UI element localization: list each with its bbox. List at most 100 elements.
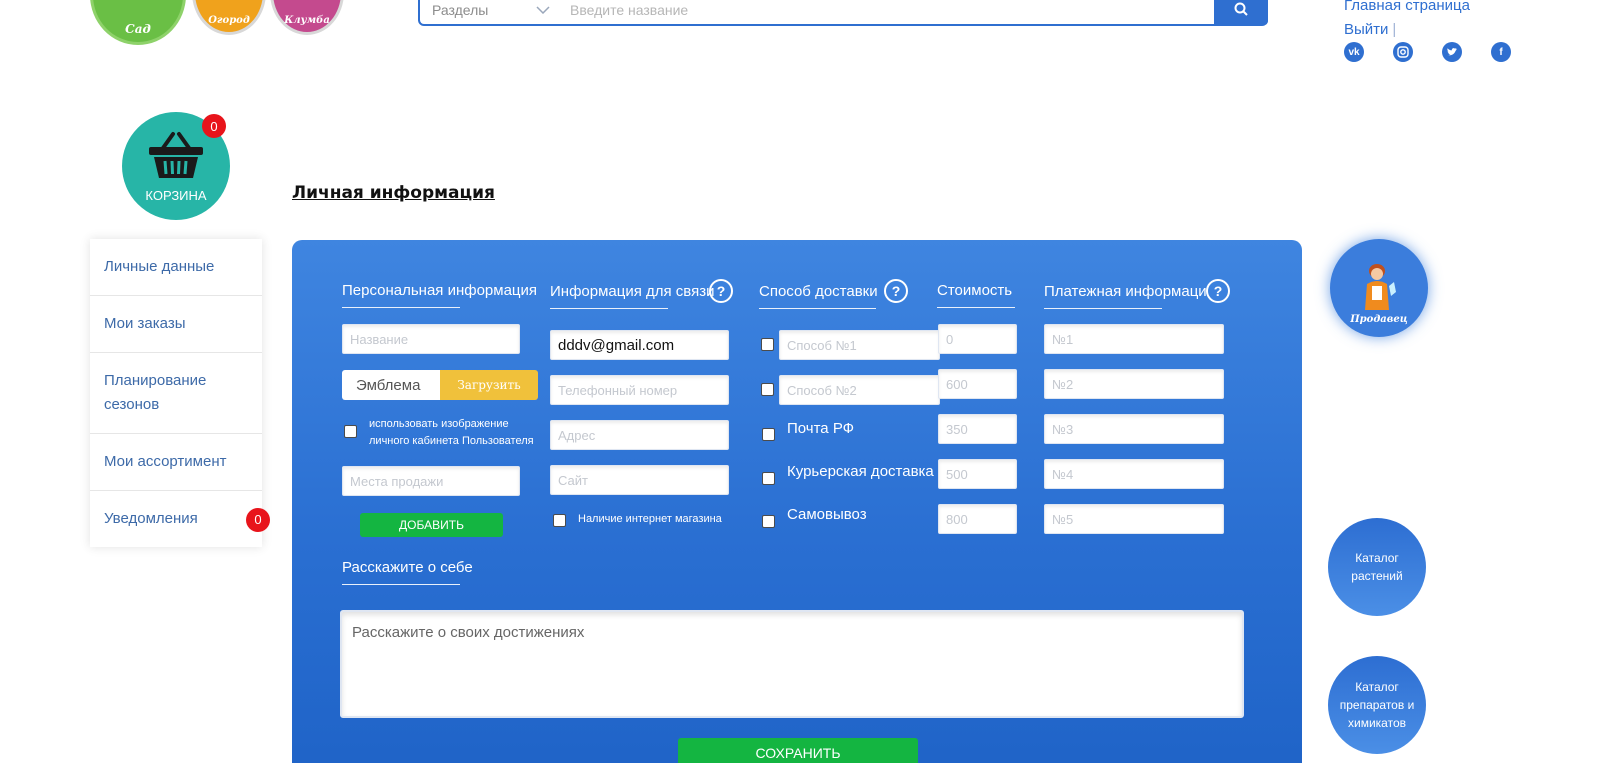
online-store-checkbox[interactable] — [553, 514, 566, 527]
method2-checkbox[interactable] — [761, 383, 774, 396]
logo-ogorod[interactable]: Огород — [192, 0, 266, 35]
cost-field-1[interactable] — [938, 324, 1017, 354]
payment-field-5[interactable] — [1044, 504, 1224, 534]
catalog-chemicals-label: Каталог препаратов и химикатов — [1339, 680, 1415, 730]
logout-link[interactable]: Выйти — [1344, 21, 1388, 38]
contact-info-title-text: Информация для связи — [550, 283, 715, 300]
payment-field-3[interactable] — [1044, 414, 1224, 444]
sidebar-item-label: Личные данные — [104, 258, 215, 275]
sidebar-item-label: Уведомления — [104, 510, 198, 527]
russian-post-label: Почта РФ — [787, 420, 855, 437]
delivery-title-text: Способ доставки — [759, 283, 878, 300]
personal-info-title: Персональная информация — [342, 282, 538, 308]
delivery-method2-field[interactable] — [779, 375, 940, 405]
courier-label: Курьерская доставка — [787, 463, 934, 480]
page-title: Личная информация — [292, 183, 495, 203]
instagram-icon[interactable] — [1393, 42, 1413, 62]
emblem-upload: Эмблема Загрузить — [342, 370, 538, 400]
catalog-plants-label: Каталог растений — [1351, 551, 1403, 583]
about-title-text: Расскажите о себе — [342, 559, 473, 576]
search-input[interactable] — [560, 2, 1214, 18]
notifications-badge: 0 — [246, 508, 270, 532]
delivery-title: Способ доставки — [759, 283, 878, 309]
seller-badge[interactable]: Продавец — [1330, 239, 1428, 337]
sidebar-item-my-assortment[interactable]: Мои ассортимент — [90, 434, 262, 491]
title-underline — [550, 308, 668, 309]
seller-name-field[interactable] — [342, 324, 520, 354]
payment-title: Платежная информаци — [1044, 283, 1207, 309]
save-button[interactable]: СОХРАНИТЬ — [678, 738, 918, 763]
personal-info-title-text: Персональная информация — [342, 282, 538, 299]
payment-title-text: Платежная информаци — [1044, 283, 1207, 300]
sidebar-item-season-planning[interactable]: Планирование сезонов — [90, 353, 262, 434]
catalog-chemicals-button[interactable]: Каталог препаратов и химикатов — [1328, 656, 1426, 754]
about-title: Расскажите о себе — [342, 559, 473, 585]
cost-field-3[interactable] — [938, 414, 1017, 444]
seller-label: Продавец — [1350, 314, 1408, 325]
website-field[interactable] — [550, 465, 729, 495]
sidebar-item-label: Мои ассортимент — [104, 453, 227, 470]
title-underline — [1044, 308, 1162, 309]
search-button[interactable] — [1214, 0, 1268, 25]
pickup-label: Самовывоз — [787, 506, 867, 523]
contact-help-icon[interactable]: ? — [709, 279, 733, 303]
basket-icon — [147, 130, 205, 184]
cost-field-5[interactable] — [938, 504, 1017, 534]
logo-sad-label: Сад — [125, 22, 151, 36]
use-profile-image-label: использовать изображение личного кабинет… — [369, 418, 534, 447]
basket-label: КОРЗИНА — [145, 187, 207, 203]
search-sections-dropdown[interactable]: Разделы — [420, 2, 560, 18]
delivery-help-icon[interactable]: ? — [884, 279, 908, 303]
cost-title: Стоимость — [937, 282, 1015, 308]
logo-klumba[interactable]: Клумба — [270, 0, 344, 35]
basket-count-badge: 0 — [202, 114, 226, 138]
delivery-method1-field[interactable] — [779, 330, 940, 360]
method1-checkbox[interactable] — [761, 338, 774, 351]
use-profile-image-checkbox[interactable] — [344, 425, 357, 438]
sidebar-item-personal-data[interactable]: Личные данные — [90, 239, 262, 296]
facebook-icon[interactable]: f — [1491, 42, 1511, 62]
sidebar: Личные данные Мои заказы Планирование се… — [90, 239, 270, 547]
email-field[interactable] — [550, 330, 729, 360]
sidebar-item-notifications[interactable]: Уведомления 0 — [90, 491, 270, 547]
payment-field-4[interactable] — [1044, 459, 1224, 489]
phone-field[interactable] — [550, 375, 729, 405]
sale-places-field[interactable] — [342, 466, 520, 496]
upload-button[interactable]: Загрузить — [440, 370, 538, 400]
russian-post-checkbox[interactable] — [762, 428, 775, 441]
emblem-label: Эмблема — [342, 370, 440, 400]
catalog-plants-button[interactable]: Каталог растений — [1328, 518, 1426, 616]
payment-help-icon[interactable]: ? — [1206, 279, 1230, 303]
sidebar-item-label: Планирование сезонов — [104, 372, 207, 413]
add-button[interactable]: ДОБАВИТЬ — [360, 513, 503, 537]
sidebar-item-label: Мои заказы — [104, 315, 186, 332]
sidebar-item-my-orders[interactable]: Мои заказы — [90, 296, 262, 353]
cost-field-2[interactable] — [938, 369, 1017, 399]
title-underline — [759, 308, 876, 309]
online-store-label: Наличие интернет магазина — [578, 513, 722, 525]
vk-icon[interactable]: vk — [1344, 42, 1364, 62]
payment-field-2[interactable] — [1044, 369, 1224, 399]
logo-ogorod-label: Огород — [208, 15, 250, 26]
top-links: Главная страница Выйти | — [1344, 0, 1470, 42]
address-field[interactable] — [550, 420, 729, 450]
basket-button[interactable]: КОРЗИНА 0 — [122, 112, 230, 220]
courier-checkbox[interactable] — [762, 472, 775, 485]
social-links: vk f — [1344, 42, 1511, 62]
search-bar: Разделы — [418, 0, 1268, 26]
title-underline — [937, 307, 1015, 308]
logo-klumba-label: Клумба — [284, 15, 330, 26]
search-icon — [1234, 1, 1248, 20]
link-separator: | — [1392, 21, 1397, 38]
home-link[interactable]: Главная страница — [1344, 0, 1470, 18]
cost-title-text: Стоимость — [937, 282, 1013, 299]
title-underline — [342, 307, 460, 308]
twitter-icon[interactable] — [1442, 42, 1462, 62]
logo-sad[interactable]: Сад — [90, 0, 186, 45]
title-underline — [342, 584, 460, 585]
payment-field-1[interactable] — [1044, 324, 1224, 354]
about-textarea[interactable] — [340, 610, 1244, 718]
pickup-checkbox[interactable] — [762, 515, 775, 528]
chevron-down-icon — [536, 3, 550, 17]
cost-field-4[interactable] — [938, 459, 1017, 489]
